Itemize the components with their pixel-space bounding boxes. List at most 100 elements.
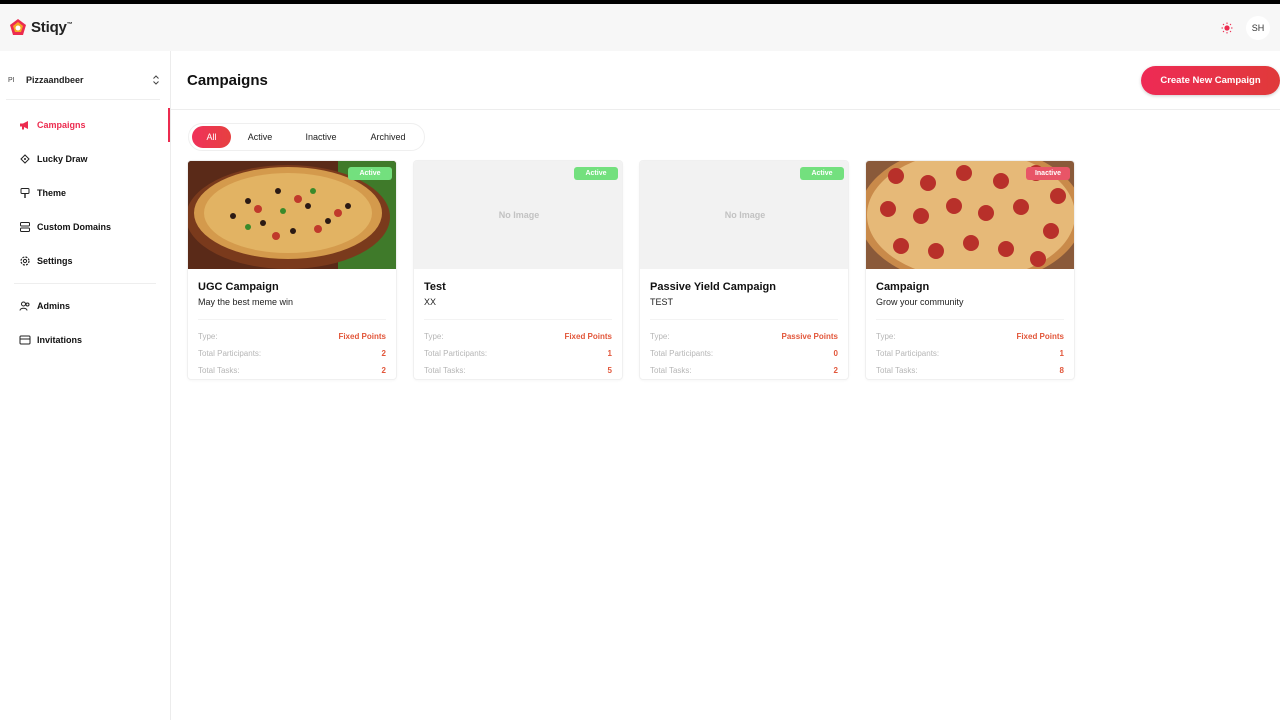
campaign-title: UGC Campaign — [198, 281, 279, 293]
org-switcher[interactable]: PI Pizzaandbeer — [8, 69, 160, 91]
campaign-card[interactable]: No Image Active Test XX Type: Fixed Poin… — [413, 160, 623, 380]
sidebar-item-label: Campaigns — [37, 120, 86, 130]
org-initials: PI — [8, 76, 15, 84]
campaign-description: Grow your community — [876, 297, 964, 307]
page-title: Campaigns — [187, 71, 268, 89]
stat-value: 0 — [833, 349, 838, 358]
sidebar-item-label: Invitations — [37, 335, 83, 345]
tab-active[interactable]: Active — [233, 126, 287, 148]
card-divider — [650, 319, 838, 320]
nav-divider — [14, 283, 156, 284]
campaign-title: Passive Yield Campaign — [650, 281, 776, 293]
campaign-title: Campaign — [876, 281, 930, 293]
gear-icon — [19, 255, 31, 267]
stat-value: Fixed Points — [1016, 332, 1064, 341]
users-icon — [19, 300, 31, 312]
stat-value: 8 — [1059, 366, 1064, 375]
sidebar: PI Pizzaandbeer Campaigns Lucky Draw The… — [0, 51, 171, 720]
stat-value: 5 — [607, 366, 612, 375]
stiqy-logo-icon — [10, 18, 26, 35]
sidebar-nav: Campaigns Lucky Draw Theme Custom Domain… — [0, 108, 170, 357]
brand-name: Stiqy™ — [31, 19, 73, 36]
stat-label: Type: — [198, 332, 218, 341]
sidebar-item-settings[interactable]: Settings — [0, 244, 170, 278]
campaign-image-placeholder: No Image Active — [414, 161, 622, 269]
stat-tasks: Total Tasks: 2 — [198, 362, 386, 379]
create-campaign-button[interactable]: Create New Campaign — [1141, 65, 1280, 95]
stat-tasks: Total Tasks: 8 — [876, 362, 1064, 379]
org-name: Pizzaandbeer — [26, 75, 84, 85]
stat-value: Passive Points — [781, 332, 838, 341]
stat-label: Total Participants: — [876, 349, 940, 358]
sidebar-item-label: Theme — [37, 188, 67, 198]
ticket-icon — [19, 153, 31, 165]
filter-tabs: All Active Inactive Archived — [188, 123, 425, 151]
stat-label: Total Tasks: — [876, 366, 918, 375]
stat-label: Total Tasks: — [198, 366, 240, 375]
tab-archived[interactable]: Archived — [355, 126, 421, 148]
status-badge: Active — [574, 167, 618, 180]
stat-label: Total Participants: — [424, 349, 488, 358]
stat-participants: Total Participants: 1 — [876, 345, 1064, 362]
stat-label: Type: — [876, 332, 896, 341]
campaign-description: May the best meme win — [198, 297, 294, 307]
sidebar-item-label: Lucky Draw — [37, 154, 88, 164]
page-header: Campaigns Create New Campaign — [171, 51, 1280, 110]
sidebar-item-lucky-draw[interactable]: Lucky Draw — [0, 142, 170, 176]
sidebar-item-label: Custom Domains — [37, 222, 112, 232]
chevron-updown-icon — [153, 75, 159, 85]
campaign-card[interactable]: No Image Active Passive Yield Campaign T… — [639, 160, 849, 380]
campaign-card[interactable]: Inactive Campaign Grow your community Ty… — [865, 160, 1075, 380]
org-divider — [6, 99, 160, 100]
sidebar-item-campaigns[interactable]: Campaigns — [0, 108, 170, 142]
campaign-description: XX — [424, 297, 437, 307]
stat-value: 2 — [381, 366, 386, 375]
theme-toggle-icon[interactable] — [1220, 21, 1234, 35]
stat-participants: Total Participants: 1 — [424, 345, 612, 362]
main-content: Campaigns Create New Campaign All Active… — [171, 51, 1280, 720]
stat-label: Total Participants: — [198, 349, 262, 358]
stat-type: Type: Fixed Points — [876, 328, 1064, 345]
stat-participants: Total Participants: 2 — [198, 345, 386, 362]
stat-label: Total Tasks: — [424, 366, 466, 375]
stat-type: Type: Fixed Points — [198, 328, 386, 345]
stat-value: 2 — [833, 366, 838, 375]
stat-type: Type: Fixed Points — [424, 328, 612, 345]
domains-icon — [19, 221, 31, 233]
paint-brush-icon — [19, 187, 31, 199]
tab-all[interactable]: All — [192, 126, 231, 148]
card-divider — [876, 319, 1064, 320]
stat-value: Fixed Points — [564, 332, 612, 341]
sidebar-item-theme[interactable]: Theme — [0, 176, 170, 210]
campaign-description: TEST — [650, 297, 674, 307]
card-divider — [198, 319, 386, 320]
invitation-icon — [19, 334, 31, 346]
stat-value: Fixed Points — [338, 332, 386, 341]
status-badge: Active — [348, 167, 392, 180]
stat-label: Type: — [650, 332, 670, 341]
stat-value: 1 — [1059, 349, 1064, 358]
status-badge: Inactive — [1026, 167, 1070, 180]
campaign-title: Test — [424, 281, 446, 293]
campaign-image-placeholder: No Image Active — [640, 161, 848, 269]
campaign-image: Inactive — [866, 161, 1074, 269]
campaign-cards: Active UGC Campaign May the best meme wi… — [187, 160, 1075, 380]
no-image-text: No Image — [724, 210, 766, 220]
campaign-card[interactable]: Active UGC Campaign May the best meme wi… — [187, 160, 397, 380]
stat-value: 1 — [607, 349, 612, 358]
sidebar-item-admins[interactable]: Admins — [0, 289, 170, 323]
user-avatar[interactable]: SH — [1246, 15, 1270, 40]
stat-tasks: Total Tasks: 5 — [424, 362, 612, 379]
card-divider — [424, 319, 612, 320]
no-image-text: No Image — [498, 210, 540, 220]
stat-participants: Total Participants: 0 — [650, 345, 838, 362]
brand[interactable]: Stiqy™ — [8, 18, 73, 38]
stat-label: Type: — [424, 332, 444, 341]
sidebar-item-custom-domains[interactable]: Custom Domains — [0, 210, 170, 244]
tab-inactive[interactable]: Inactive — [289, 126, 353, 148]
sidebar-item-invitations[interactable]: Invitations — [0, 323, 170, 357]
stat-type: Type: Passive Points — [650, 328, 838, 345]
campaign-image: Active — [188, 161, 396, 269]
stat-value: 2 — [381, 349, 386, 358]
sidebar-item-label: Admins — [37, 301, 71, 311]
